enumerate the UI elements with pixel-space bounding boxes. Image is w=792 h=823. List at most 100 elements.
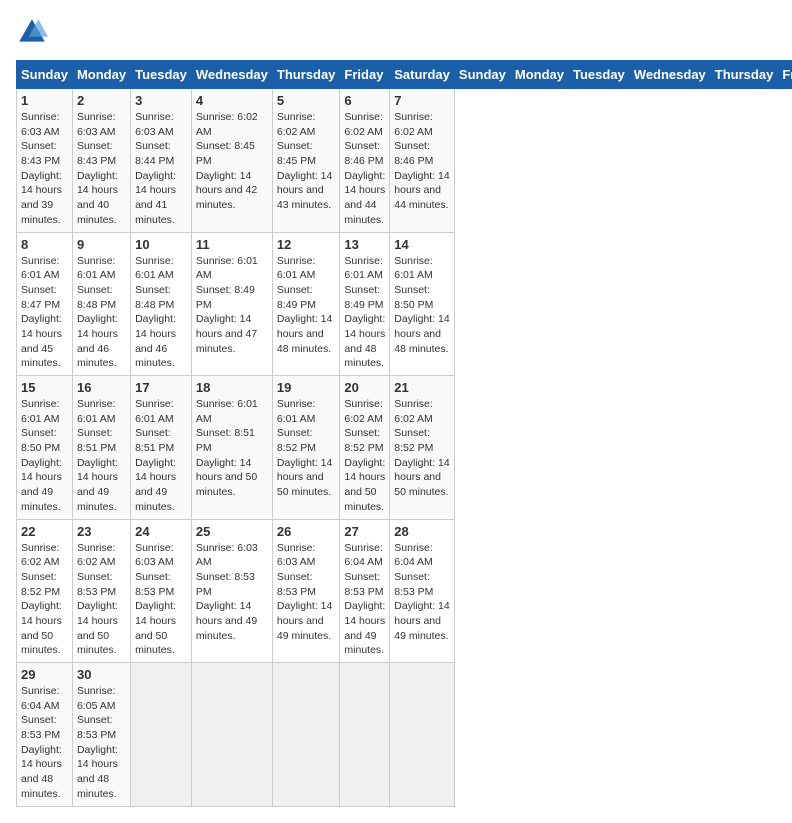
day-number: 9 xyxy=(77,237,126,252)
day-info: Sunrise: 6:01 AMSunset: 8:52 PMDaylight:… xyxy=(277,397,336,500)
day-info: Sunrise: 6:02 AMSunset: 8:52 PMDaylight:… xyxy=(344,397,385,515)
day-info: Sunrise: 6:01 AMSunset: 8:47 PMDaylight:… xyxy=(21,254,68,372)
calendar-cell: 3 Sunrise: 6:03 AMSunset: 8:44 PMDaylight… xyxy=(131,89,192,233)
day-number: 19 xyxy=(277,380,336,395)
header-saturday: Saturday xyxy=(390,61,455,89)
day-info: Sunrise: 6:01 AMSunset: 8:51 PMDaylight:… xyxy=(135,397,187,515)
day-info: Sunrise: 6:02 AMSunset: 8:46 PMDaylight:… xyxy=(344,110,385,228)
calendar-cell: 1 Sunrise: 6:03 AMSunset: 8:43 PMDaylight… xyxy=(17,89,73,233)
header-tuesday: Tuesday xyxy=(569,61,630,89)
day-info: Sunrise: 6:01 AMSunset: 8:48 PMDaylight:… xyxy=(135,254,187,372)
day-number: 14 xyxy=(394,237,450,252)
day-number: 1 xyxy=(21,93,68,108)
calendar-cell: 16 Sunrise: 6:01 AMSunset: 8:51 PMDayligh… xyxy=(72,376,130,520)
day-number: 10 xyxy=(135,237,187,252)
day-number: 5 xyxy=(277,93,336,108)
day-info: Sunrise: 6:02 AMSunset: 8:45 PMDaylight:… xyxy=(277,110,336,213)
day-number: 20 xyxy=(344,380,385,395)
day-info: Sunrise: 6:03 AMSunset: 8:44 PMDaylight:… xyxy=(135,110,187,228)
calendar-cell: 18 Sunrise: 6:01 AMSunset: 8:51 PMDayligh… xyxy=(191,376,272,520)
day-info: Sunrise: 6:01 AMSunset: 8:50 PMDaylight:… xyxy=(21,397,68,515)
calendar-cell: 25Sunrise: 6:03 AMSunset: 8:53 PMDayligh… xyxy=(191,519,272,663)
day-number: 29 xyxy=(21,667,68,682)
calendar-cell: 8 Sunrise: 6:01 AMSunset: 8:47 PMDaylight… xyxy=(17,232,73,376)
calendar-cell: 6 Sunrise: 6:02 AMSunset: 8:46 PMDaylight… xyxy=(340,89,390,233)
header-sunday: Sunday xyxy=(454,61,510,89)
day-number: 18 xyxy=(196,380,268,395)
calendar-cell: 15 Sunrise: 6:01 AMSunset: 8:50 PMDayligh… xyxy=(17,376,73,520)
day-number: 12 xyxy=(277,237,336,252)
day-number: 28 xyxy=(394,524,450,539)
calendar-cell: 10 Sunrise: 6:01 AMSunset: 8:48 PMDayligh… xyxy=(131,232,192,376)
calendar-cell: 21 Sunrise: 6:02 AMSunset: 8:52 PMDayligh… xyxy=(390,376,455,520)
day-number: 6 xyxy=(344,93,385,108)
day-number: 26 xyxy=(277,524,336,539)
day-number: 15 xyxy=(21,380,68,395)
calendar-cell: 9 Sunrise: 6:01 AMSunset: 8:48 PMDaylight… xyxy=(72,232,130,376)
header-thursday: Thursday xyxy=(710,61,778,89)
header-thursday: Thursday xyxy=(272,61,340,89)
calendar-cell: 19 Sunrise: 6:01 AMSunset: 8:52 PMDayligh… xyxy=(272,376,340,520)
calendar-cell: 5 Sunrise: 6:02 AMSunset: 8:45 PMDaylight… xyxy=(272,89,340,233)
day-info: Sunrise: 6:04 AMSunset: 8:53 PMDaylight:… xyxy=(21,684,68,802)
calendar-cell xyxy=(272,663,340,807)
header-wednesday: Wednesday xyxy=(191,61,272,89)
day-info: Sunrise: 6:01 AMSunset: 8:49 PMDaylight:… xyxy=(277,254,336,357)
day-info: Sunrise: 6:01 AMSunset: 8:51 PMDaylight:… xyxy=(77,397,126,515)
day-number: 21 xyxy=(394,380,450,395)
day-info: Sunrise: 6:03 AMSunset: 8:43 PMDaylight:… xyxy=(21,110,68,228)
calendar-cell: 30Sunrise: 6:05 AMSunset: 8:53 PMDayligh… xyxy=(72,663,130,807)
day-number: 8 xyxy=(21,237,68,252)
calendar-cell: 11 Sunrise: 6:01 AMSunset: 8:49 PMDayligh… xyxy=(191,232,272,376)
calendar-cell xyxy=(340,663,390,807)
day-info: Sunrise: 6:03 AMSunset: 8:53 PMDaylight:… xyxy=(277,541,336,644)
day-number: 25 xyxy=(196,524,268,539)
header-friday: Friday xyxy=(340,61,390,89)
day-info: Sunrise: 6:01 AMSunset: 8:49 PMDaylight:… xyxy=(196,254,268,357)
day-number: 3 xyxy=(135,93,187,108)
day-number: 11 xyxy=(196,237,268,252)
calendar-table: SundayMondayTuesdayWednesdayThursdayFrid… xyxy=(16,60,792,807)
calendar-header-row: SundayMondayTuesdayWednesdayThursdayFrid… xyxy=(17,61,792,89)
calendar-cell: 28Sunrise: 6:04 AMSunset: 8:53 PMDayligh… xyxy=(390,519,455,663)
day-info: Sunrise: 6:01 AMSunset: 8:51 PMDaylight:… xyxy=(196,397,268,500)
calendar-cell: 2Sunrise: 6:03 AMSunset: 8:43 PMDaylight… xyxy=(72,89,130,233)
day-number: 27 xyxy=(344,524,385,539)
calendar-week-row: 22Sunrise: 6:02 AMSunset: 8:52 PMDayligh… xyxy=(17,519,792,663)
header-monday: Monday xyxy=(510,61,568,89)
calendar-week-row: 29 Sunrise: 6:04 AMSunset: 8:53 PMDayligh… xyxy=(17,663,792,807)
day-number: 23 xyxy=(77,524,126,539)
day-info: Sunrise: 6:02 AMSunset: 8:52 PMDaylight:… xyxy=(394,397,450,500)
logo xyxy=(16,16,52,48)
calendar-week-row: 15 Sunrise: 6:01 AMSunset: 8:50 PMDayligh… xyxy=(17,376,792,520)
day-number: 16 xyxy=(77,380,126,395)
calendar-cell: 12 Sunrise: 6:01 AMSunset: 8:49 PMDayligh… xyxy=(272,232,340,376)
day-info: Sunrise: 6:02 AMSunset: 8:45 PMDaylight:… xyxy=(196,110,268,213)
day-info: Sunrise: 6:04 AMSunset: 8:53 PMDaylight:… xyxy=(344,541,385,659)
calendar-week-row: 1 Sunrise: 6:03 AMSunset: 8:43 PMDaylight… xyxy=(17,89,792,233)
day-info: Sunrise: 6:05 AMSunset: 8:53 PMDaylight:… xyxy=(77,684,126,802)
calendar-cell xyxy=(191,663,272,807)
day-info: Sunrise: 6:02 AMSunset: 8:52 PMDaylight:… xyxy=(21,541,68,659)
day-info: Sunrise: 6:03 AMSunset: 8:53 PMDaylight:… xyxy=(135,541,187,659)
day-info: Sunrise: 6:02 AMSunset: 8:53 PMDaylight:… xyxy=(77,541,126,659)
calendar-cell: 23 Sunrise: 6:02 AMSunset: 8:53 PMDayligh… xyxy=(72,519,130,663)
day-info: Sunrise: 6:03 AMSunset: 8:43 PMDaylight:… xyxy=(77,110,126,228)
calendar-cell: 4 Sunrise: 6:02 AMSunset: 8:45 PMDaylight… xyxy=(191,89,272,233)
calendar-cell xyxy=(131,663,192,807)
header-monday: Monday xyxy=(72,61,130,89)
calendar-cell: 14Sunrise: 6:01 AMSunset: 8:50 PMDayligh… xyxy=(390,232,455,376)
logo-icon xyxy=(16,16,48,48)
calendar-cell: 29 Sunrise: 6:04 AMSunset: 8:53 PMDayligh… xyxy=(17,663,73,807)
calendar-cell: 27 Sunrise: 6:04 AMSunset: 8:53 PMDayligh… xyxy=(340,519,390,663)
calendar-week-row: 8 Sunrise: 6:01 AMSunset: 8:47 PMDaylight… xyxy=(17,232,792,376)
header-wednesday: Wednesday xyxy=(629,61,710,89)
calendar-cell: 13 Sunrise: 6:01 AMSunset: 8:49 PMDayligh… xyxy=(340,232,390,376)
day-number: 4 xyxy=(196,93,268,108)
calendar-cell xyxy=(390,663,455,807)
day-info: Sunrise: 6:01 AMSunset: 8:49 PMDaylight:… xyxy=(344,254,385,372)
day-number: 13 xyxy=(344,237,385,252)
calendar-cell: 20 Sunrise: 6:02 AMSunset: 8:52 PMDayligh… xyxy=(340,376,390,520)
day-info: Sunrise: 6:01 AMSunset: 8:48 PMDaylight:… xyxy=(77,254,126,372)
day-number: 24 xyxy=(135,524,187,539)
